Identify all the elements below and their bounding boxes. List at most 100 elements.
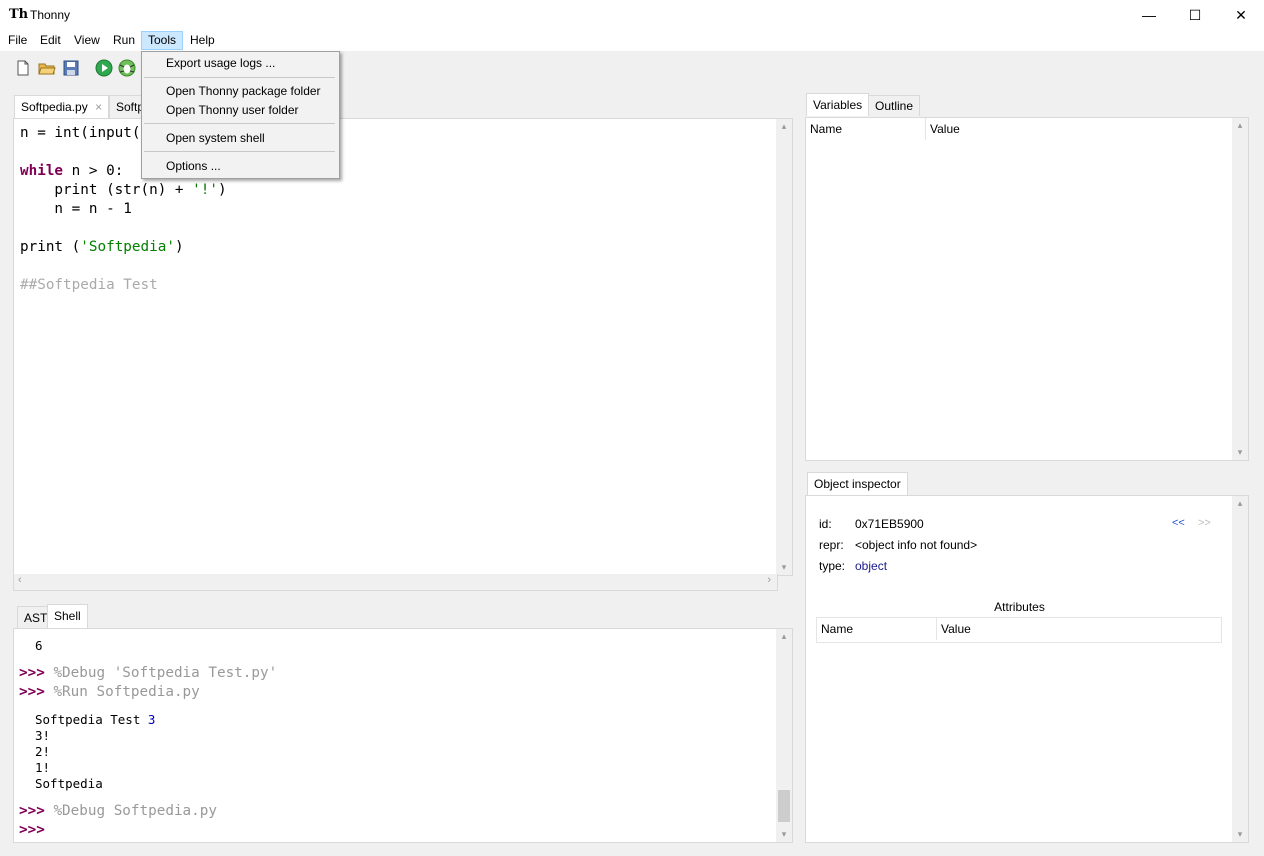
shell-console[interactable]: 6 >>> %Debug 'Softpedia Test.py' >>> %Ru… (13, 628, 778, 843)
scroll-up-icon[interactable]: ▴ (776, 631, 792, 642)
string-literal: 'Softpedia' (80, 239, 175, 255)
menu-item-open-package-folder[interactable]: Open Thonny package folder (166, 84, 321, 98)
minimize-icon[interactable]: — (1126, 0, 1172, 31)
shell-output: 2! (35, 744, 51, 759)
scroll-down-icon[interactable]: ▾ (1232, 829, 1248, 840)
menu-tools[interactable]: Tools (141, 31, 184, 50)
shell-line: >>> %Debug 'Softpedia Test.py' (19, 665, 277, 681)
repr-value: <object info not found> (855, 538, 978, 552)
attributes-table: Name Value (816, 617, 1222, 643)
column-header-name[interactable]: Name (817, 618, 937, 640)
scroll-down-icon[interactable]: ▾ (776, 562, 792, 573)
close-icon[interactable]: ✕ (1218, 0, 1264, 31)
code-text: n > 0: (63, 163, 124, 179)
scroll-down-icon[interactable]: ▾ (1232, 447, 1248, 458)
menu-item-open-user-folder[interactable]: Open Thonny user folder (166, 103, 299, 117)
shell-command: %Debug 'Softpedia Test.py' (53, 665, 278, 681)
open-folder-icon[interactable] (38, 59, 56, 77)
shell-output: 1! (35, 760, 51, 775)
shell-input-value: 3 (147, 712, 156, 727)
menu-file[interactable]: File (2, 31, 33, 50)
shell-prompt: >>> (19, 822, 45, 838)
column-header-value[interactable]: Value (937, 618, 1221, 640)
editor-horizontal-scrollbar[interactable]: ‹ › (13, 574, 778, 591)
shell-line: >>> (19, 822, 45, 838)
tab-outline[interactable]: Outline (868, 95, 921, 116)
thonny-logo-icon: Th (9, 7, 29, 22)
scroll-up-icon[interactable]: ▴ (1232, 498, 1248, 509)
scroll-up-icon[interactable]: ▴ (1232, 120, 1248, 131)
tools-dropdown-menu: Export usage logs ... Open Thonny packag… (141, 51, 340, 179)
scroll-right-icon[interactable]: › (767, 574, 771, 586)
menu-run[interactable]: Run (107, 31, 141, 50)
maximize-icon[interactable]: ☐ (1172, 0, 1218, 31)
menu-separator (144, 77, 335, 78)
window-title: Thonny (30, 8, 71, 22)
code-text: print ( (20, 239, 81, 255)
id-label: id: (819, 517, 832, 531)
shell-line: >>> %Run Softpedia.py (19, 684, 200, 700)
scroll-down-icon[interactable]: ▾ (776, 829, 792, 840)
tab-object-inspector[interactable]: Object inspector (807, 472, 908, 495)
shell-command: %Run Softpedia.py (53, 684, 200, 700)
debug-icon[interactable] (118, 59, 136, 77)
code-line: print (str(n) + '!') (20, 181, 227, 200)
tab-label: Softpedia.py (21, 100, 88, 114)
run-icon[interactable] (95, 59, 113, 77)
editor-vertical-scrollbar[interactable]: ▴ ▾ (776, 118, 793, 576)
new-file-icon[interactable] (14, 59, 32, 77)
code-line: n = int(input( (20, 125, 141, 141)
shell-output: 3! (35, 728, 51, 743)
back-nav-button[interactable]: << (1172, 517, 1185, 529)
scroll-up-icon[interactable]: ▴ (776, 121, 792, 132)
code-comment: ##Softpedia Test (20, 277, 158, 293)
menu-edit[interactable]: Edit (34, 31, 67, 50)
shell-line: >>> %Debug Softpedia.py (19, 803, 217, 819)
code-text: print (str(n) + (20, 182, 193, 198)
repr-label: repr: (819, 538, 844, 552)
type-label: type: (819, 559, 846, 573)
tab-variables[interactable]: Variables (806, 93, 870, 116)
variables-table: Name Value (805, 117, 1234, 461)
menu-item-open-system-shell[interactable]: Open system shell (166, 131, 265, 145)
code-text: ) (174, 239, 184, 255)
object-inspector-panel: id: 0x71EB5900 << >> repr: <object info … (805, 495, 1234, 843)
shell-output: Softpedia Test 3 (35, 712, 155, 727)
menu-help[interactable]: Help (184, 31, 221, 50)
id-value: 0x71EB5900 (855, 517, 924, 531)
code-line: n = n - 1 (20, 201, 132, 217)
menu-view[interactable]: View (68, 31, 106, 50)
menu-separator (144, 123, 335, 124)
shell-output-text: Softpedia Test (35, 712, 148, 727)
string-literal: '!' (192, 182, 218, 198)
scroll-left-icon[interactable]: ‹ (18, 574, 22, 586)
shell-output: Softpedia (35, 776, 103, 791)
shell-output: 6 (35, 638, 43, 653)
shell-prompt: >>> (19, 803, 45, 819)
inspector-scrollbar[interactable]: ▴ ▾ (1232, 495, 1249, 843)
scroll-thumb[interactable] (778, 790, 790, 822)
menu-separator (144, 151, 335, 152)
menu-item-export-usage-logs[interactable]: Export usage logs ... (166, 56, 275, 70)
code-line: print ('Softpedia') (20, 238, 184, 257)
tab-softpedia-py[interactable]: Softpedia.py × (14, 95, 110, 118)
tab-close-icon[interactable]: × (95, 100, 102, 114)
keyword: while (20, 163, 64, 179)
column-header-name[interactable]: Name (806, 118, 926, 140)
shell-command: %Debug Softpedia.py (53, 803, 217, 819)
tab-shell[interactable]: Shell (47, 604, 88, 629)
column-header-value[interactable]: Value (926, 118, 1230, 140)
forward-nav-button[interactable]: >> (1198, 517, 1211, 529)
menu-item-options[interactable]: Options ... (166, 159, 221, 173)
code-editor[interactable]: n = int(input( while n > 0: print (str(n… (13, 118, 778, 576)
code-line: while n > 0: (20, 162, 123, 181)
shell-vertical-scrollbar[interactable]: ▴ ▾ (776, 628, 793, 843)
shell-prompt: >>> (19, 684, 45, 700)
save-icon[interactable] (62, 59, 80, 77)
title-bar (0, 0, 1264, 31)
attributes-title: Attributes (994, 600, 1045, 614)
variables-scrollbar[interactable]: ▴ ▾ (1232, 117, 1249, 461)
code-text: ) (217, 182, 227, 198)
type-value-link[interactable]: object (855, 559, 887, 573)
shell-prompt: >>> (19, 665, 45, 681)
